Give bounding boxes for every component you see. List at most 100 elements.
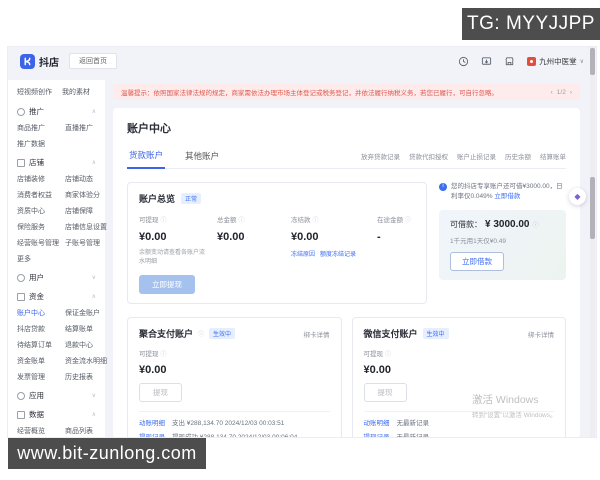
withdraw-button[interactable]: 提现 [363, 383, 407, 402]
withdraw-button[interactable]: 立即提现 [139, 275, 195, 294]
sidebar-item[interactable]: 店铺保障 [65, 206, 107, 216]
sidebar-item[interactable]: 资质中心 [17, 206, 61, 216]
link-loan-record[interactable]: 放弃贷款记录 [361, 151, 400, 161]
info-icon[interactable]: ⓘ [161, 215, 167, 224]
info-icon[interactable]: ⓘ [161, 349, 167, 358]
sidebar-item[interactable]: 待结算订单 [17, 340, 61, 350]
vertical-scrollbar-thumb-top[interactable] [590, 48, 595, 75]
sidebar-item[interactable]: 退款中心 [65, 340, 107, 350]
loan-promo-link[interactable]: 立即借款 [494, 193, 520, 200]
withdraw-button[interactable]: 提现 [139, 383, 182, 402]
section-label: 资金 [29, 292, 44, 301]
main-content: 温馨提示：依照国家法律法规的规定，商家需依法办理市场主体登记或税务登记，并依法履… [105, 75, 596, 437]
tab-payment-account[interactable]: 货款账户 [127, 149, 166, 169]
sidebar-section-data[interactable]: 数据 ∧ [17, 409, 96, 420]
freeze-reason-link[interactable]: 冻结原因 [291, 249, 315, 267]
info-icon: i [439, 183, 447, 191]
stat-label: 总金额 [217, 217, 237, 224]
chevron-up-icon: ∧ [91, 109, 96, 115]
sidebar-item[interactable]: 经营账号管理 [17, 238, 61, 248]
sidebar-section-apps[interactable]: 应用 ∨ [17, 390, 96, 401]
overview-title: 账户总览 [139, 194, 176, 204]
sidebar-item[interactable]: 资金流水明细 [65, 356, 107, 366]
wechat-payment-card: 微信支付账户 生效中 绑卡详情 可提现 ⓘ ¥0.00 提现 动账明细 无最新记录 … [351, 317, 566, 437]
sidebar-item[interactable]: 历史报表 [65, 372, 107, 382]
sidebar-section-users[interactable]: 用户 ∨ [17, 272, 96, 283]
info-icon[interactable]: ⓘ [239, 215, 245, 224]
sidebar-item[interactable]: 资金账单 [17, 356, 61, 366]
notice-next-arrow[interactable]: › [570, 89, 572, 96]
withdraw-record-link[interactable]: 提现记录 [364, 433, 390, 437]
sidebar-item[interactable]: 店铺信息设置 [65, 222, 107, 232]
sidebar-item[interactable]: 消费者权益 [17, 190, 61, 200]
account-overview-card: 账户总览 正常 可提现 ⓘ ¥0.00 总金额 ⓘ ¥0.00 冻结款 ⓘ ¥0… [127, 182, 427, 304]
balance-note: 余额变动请查看各账户流水明细 [139, 250, 206, 265]
sidebar-item[interactable]: 店铺动态 [65, 174, 107, 184]
borrow-now-button[interactable]: 立即借款 [450, 251, 504, 271]
info-icon[interactable]: ⓘ [385, 349, 391, 358]
help-clock-icon[interactable] [458, 56, 469, 67]
info-icon[interactable]: ⓘ [198, 329, 204, 338]
stat-label: 冻结款 [291, 217, 311, 224]
floating-assistant-icon[interactable]: ◆ [569, 188, 586, 205]
sidebar-item[interactable]: 店铺装修 [17, 174, 61, 184]
back-home-button[interactable]: 返回首页 [69, 53, 117, 69]
sidebar-item[interactable]: 商品列表 [65, 426, 96, 436]
sidebar-item[interactable]: 经营概览 [17, 426, 61, 436]
download-app-icon[interactable] [481, 56, 492, 67]
card-detail-link[interactable]: 绑卡详情 [304, 329, 330, 339]
vertical-scrollbar-track[interactable] [590, 47, 595, 437]
sidebar-item[interactable]: 保险服务 [17, 222, 61, 232]
sidebar-item-account-center[interactable]: 账户中心 [17, 308, 61, 318]
transaction-detail-link[interactable]: 动账明细 [139, 419, 165, 429]
status-badge: 生效中 [209, 328, 236, 339]
account-center-panel: 账户中心 货款账户 其他账户 放弃贷款记录 贷款代扣授权 账户止损记录 历史余额… [113, 108, 580, 437]
balance-label: 可提现 [139, 351, 159, 358]
app-logo[interactable]: 抖店 [20, 53, 59, 69]
link-history-balance[interactable]: 历史余额 [505, 151, 531, 161]
website-badge: www.bit-zunlong.com [8, 438, 206, 469]
link-account-stop-record[interactable]: 账户止损记录 [457, 151, 496, 161]
tab-other-accounts[interactable]: 其他账户 [183, 150, 221, 168]
transaction-detail-link[interactable]: 动账明细 [364, 419, 390, 429]
sidebar-item[interactable]: 结算账单 [65, 324, 107, 334]
account-tabs: 货款账户 其他账户 放弃贷款记录 贷款代扣授权 账户止损记录 历史余额 结算账单 [127, 149, 566, 169]
info-icon[interactable]: ⓘ [533, 220, 539, 229]
balance-value: ¥0.00 [139, 364, 167, 376]
info-icon[interactable]: ⓘ [405, 215, 411, 224]
shop-icon[interactable] [504, 56, 515, 67]
account-title: 微信支付账户 [363, 329, 418, 339]
withdraw-record-link[interactable]: 提现记录 [139, 433, 165, 437]
link-loan-authorization[interactable]: 贷款代扣授权 [409, 151, 448, 161]
loan-label: 可借款： [450, 219, 482, 229]
loan-rate-note: 1千元用1天仅¥0.49 [450, 237, 506, 245]
notice-text: 温馨提示：依照国家法律法规的规定，商家需依法办理市场主体登记或税务登记，并依法履… [121, 90, 498, 97]
vertical-scrollbar-thumb[interactable] [590, 177, 595, 239]
sidebar-section-promotion[interactable]: 推广 ∧ [17, 106, 96, 117]
sidebar-item[interactable]: 商家体验分 [65, 190, 107, 200]
card-detail-link[interactable]: 绑卡详情 [528, 329, 554, 339]
sidebar-item[interactable]: 更多 [17, 254, 61, 264]
info-icon[interactable]: ⓘ [313, 215, 319, 224]
stat-label: 在途金额 [377, 217, 403, 224]
chevron-down-icon: ∨ [91, 393, 96, 399]
freeze-record-link[interactable]: 额度冻结记录 [320, 249, 356, 267]
sidebar-item[interactable]: 子账号管理 [65, 238, 107, 248]
sidebar-item-my-materials[interactable]: 我的素材 [62, 87, 90, 97]
link-settlement-bill[interactable]: 结算账单 [540, 151, 566, 161]
sidebar-section-funds[interactable]: 资金 ∧ [17, 291, 96, 302]
loan-promo: i 您的抖店专享账户还可借¥3000.00，日利率仅0.049% 立即借款 [439, 182, 566, 203]
sidebar-section-store[interactable]: 店铺 ∧ [17, 157, 96, 168]
sidebar-item[interactable]: 抖店贷款 [17, 324, 61, 334]
app-logo-text: 抖店 [39, 57, 59, 69]
sidebar-item[interactable]: 推广数据 [17, 139, 61, 149]
chevron-down-icon: ∨ [579, 58, 584, 65]
sidebar-item[interactable]: 直播推广 [65, 123, 96, 133]
sidebar-item[interactable]: 商品推广 [17, 123, 61, 133]
sidebar-item[interactable]: 发票管理 [17, 372, 61, 382]
funds-icon [17, 292, 25, 301]
sidebar-item[interactable]: 保证金账户 [65, 308, 107, 318]
notice-prev-arrow[interactable]: ‹ [551, 89, 553, 96]
shop-account-switcher[interactable]: 九州中医堂 ∨ [527, 56, 584, 67]
sidebar-item-short-video[interactable]: 短视频创作 [17, 87, 52, 97]
